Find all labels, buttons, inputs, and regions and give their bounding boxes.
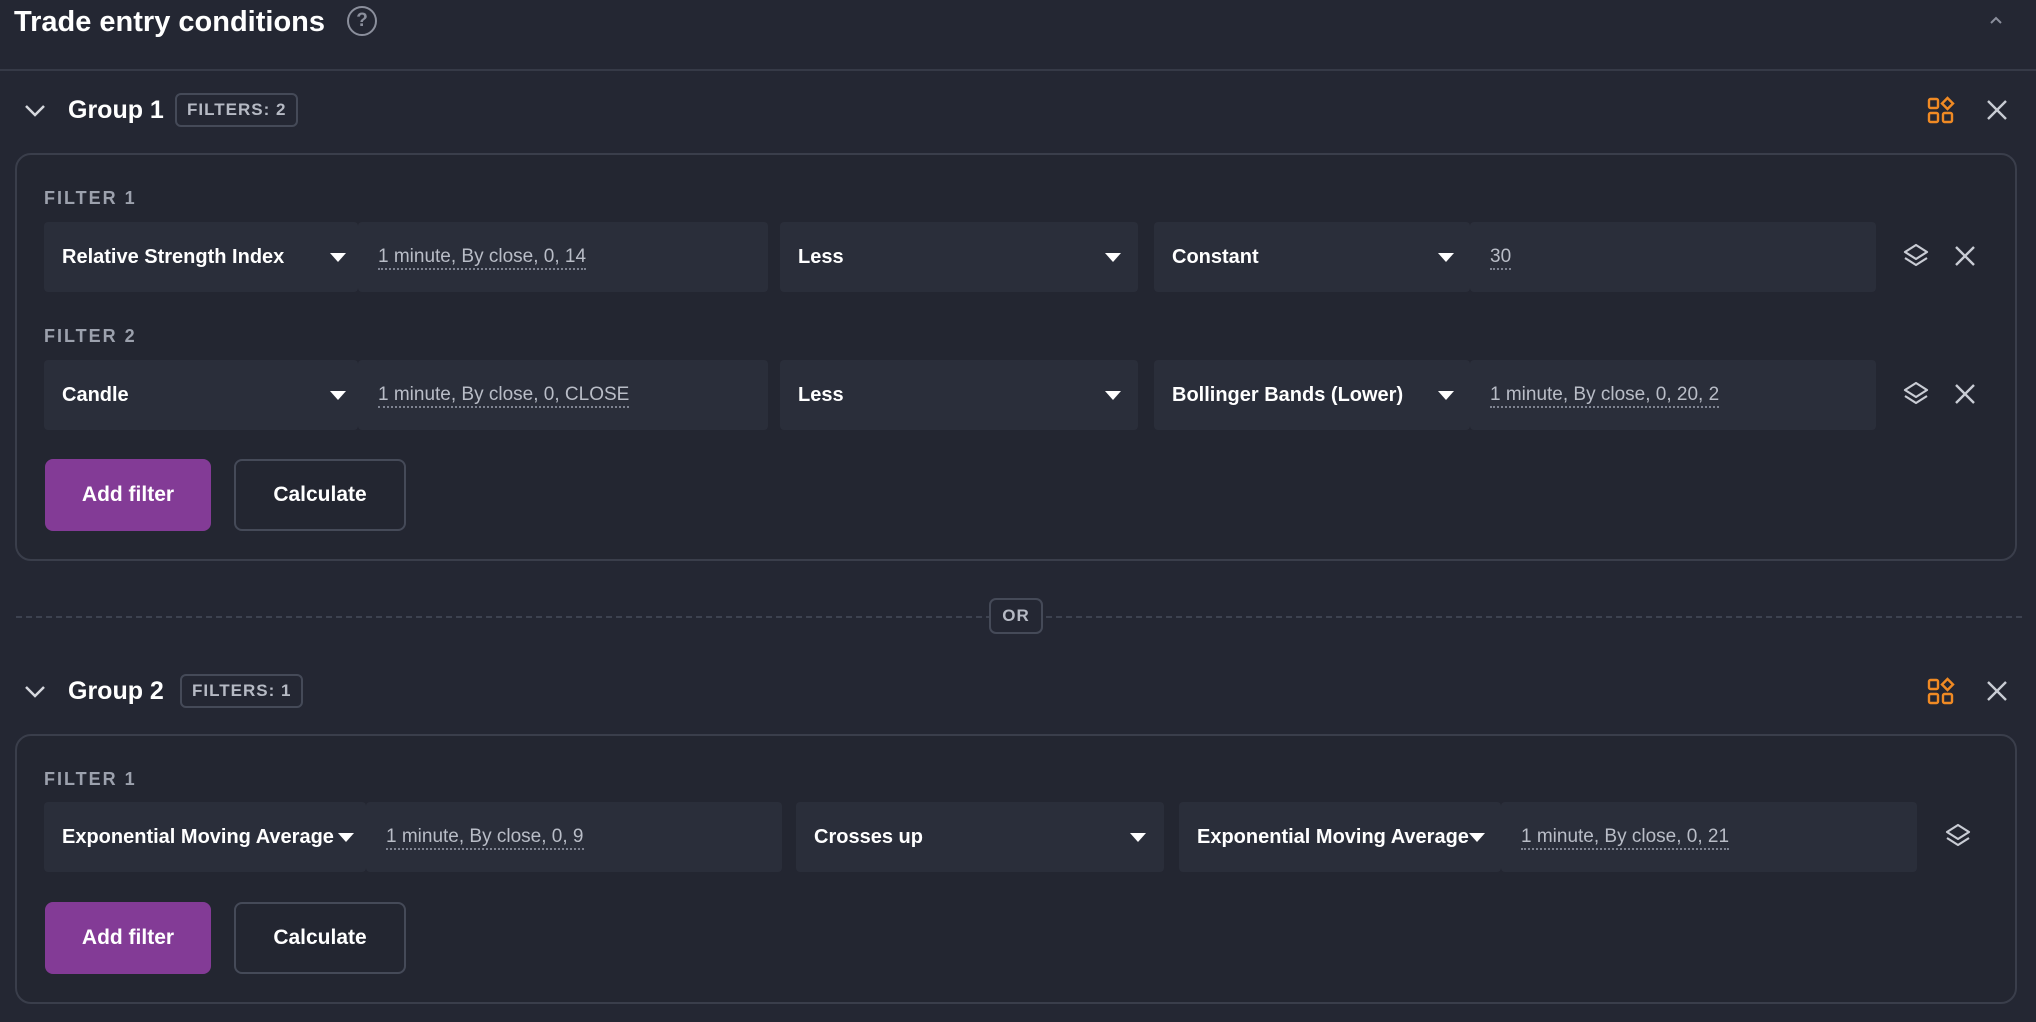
layers-icon[interactable] bbox=[1902, 380, 1930, 408]
compare-type-select-value: Constant bbox=[1172, 246, 1259, 268]
caret-down-icon bbox=[330, 253, 346, 262]
filter-label: FILTER 2 bbox=[44, 326, 137, 346]
close-icon[interactable] bbox=[1984, 678, 2010, 704]
compare-params-value: 1 minute, By close, 0, 20, 2 bbox=[1490, 384, 1720, 408]
condition-select-value: Crosses up bbox=[814, 826, 923, 848]
indicator-select[interactable]: Relative Strength Index bbox=[44, 222, 358, 292]
close-icon[interactable] bbox=[1984, 97, 2010, 123]
caret-down-icon bbox=[1130, 833, 1146, 842]
compare-type-select-value: Bollinger Bands (Lower) bbox=[1172, 384, 1404, 406]
compare-params-field[interactable]: 1 minute, By close, 0, 20, 2 bbox=[1470, 360, 1876, 430]
indicator-params-field[interactable]: 1 minute, By close, 0, CLOSE bbox=[358, 360, 768, 430]
calculate-button[interactable]: Calculate bbox=[234, 459, 406, 531]
add-filter-button[interactable]: Add filter bbox=[45, 902, 211, 974]
condition-select-value: Less bbox=[798, 384, 844, 406]
caret-down-icon bbox=[1438, 391, 1454, 400]
filters-count-badge: FILTERS: 2 bbox=[175, 93, 299, 127]
filter-label: FILTER 1 bbox=[44, 188, 137, 208]
close-icon[interactable] bbox=[1951, 380, 1979, 408]
help-icon[interactable]: ? bbox=[347, 6, 377, 36]
caret-down-icon bbox=[1105, 253, 1121, 262]
chevron-down-icon[interactable] bbox=[22, 678, 48, 704]
indicator-select-value: Relative Strength Index bbox=[62, 246, 285, 268]
filter-label: FILTER 1 bbox=[44, 769, 137, 789]
caret-down-icon bbox=[1469, 833, 1485, 842]
caret-down-icon bbox=[330, 391, 346, 400]
grid-shapes-icon[interactable] bbox=[1926, 96, 1956, 126]
filters-count-badge: FILTERS: 1 bbox=[180, 674, 304, 708]
header-divider bbox=[0, 69, 2036, 71]
indicator-params-value: 1 minute, By close, 0, 14 bbox=[378, 246, 587, 270]
condition-select[interactable]: Crosses up bbox=[796, 802, 1164, 872]
condition-select[interactable]: Less bbox=[780, 360, 1138, 430]
compare-type-select[interactable]: Constant bbox=[1154, 222, 1470, 292]
indicator-params-value: 1 minute, By close, 0, 9 bbox=[386, 826, 584, 850]
compare-type-select[interactable]: Bollinger Bands (Lower) bbox=[1154, 360, 1470, 430]
indicator-select-value: Candle bbox=[62, 384, 129, 406]
caret-down-icon bbox=[1105, 391, 1121, 400]
indicator-params-value: 1 minute, By close, 0, CLOSE bbox=[378, 384, 630, 408]
layers-icon[interactable] bbox=[1944, 822, 1972, 850]
page-title: Trade entry conditions bbox=[14, 6, 325, 38]
add-filter-button[interactable]: Add filter bbox=[45, 459, 211, 531]
condition-select-value: Less bbox=[798, 246, 844, 268]
close-icon[interactable] bbox=[1951, 242, 1979, 270]
caret-down-icon bbox=[1438, 253, 1454, 262]
indicator-params-field[interactable]: 1 minute, By close, 0, 14 bbox=[358, 222, 768, 292]
condition-select[interactable]: Less bbox=[780, 222, 1138, 292]
group-title: Group 2 bbox=[68, 677, 164, 705]
caret-down-icon bbox=[338, 833, 354, 842]
layers-icon[interactable] bbox=[1902, 242, 1930, 270]
or-separator-badge: OR bbox=[989, 598, 1043, 634]
compare-type-select-value: Exponential Moving Average bbox=[1197, 826, 1469, 848]
indicator-params-field[interactable]: 1 minute, By close, 0, 9 bbox=[366, 802, 782, 872]
chevron-up-icon[interactable] bbox=[1986, 10, 2006, 30]
chevron-down-icon[interactable] bbox=[22, 97, 48, 123]
grid-shapes-icon[interactable] bbox=[1926, 677, 1956, 707]
compare-params-field[interactable]: 1 minute, By close, 0, 21 bbox=[1501, 802, 1917, 872]
group-title: Group 1 bbox=[68, 96, 164, 124]
calculate-button[interactable]: Calculate bbox=[234, 902, 406, 974]
compare-type-select[interactable]: Exponential Moving Average bbox=[1179, 802, 1501, 872]
compare-params-value: 1 minute, By close, 0, 21 bbox=[1521, 826, 1730, 850]
compare-params-field[interactable]: 30 bbox=[1470, 222, 1876, 292]
indicator-select-value: Exponential Moving Average bbox=[62, 826, 334, 848]
indicator-select[interactable]: Exponential Moving Average bbox=[44, 802, 366, 872]
compare-params-value: 30 bbox=[1490, 246, 1512, 270]
indicator-select[interactable]: Candle bbox=[44, 360, 358, 430]
